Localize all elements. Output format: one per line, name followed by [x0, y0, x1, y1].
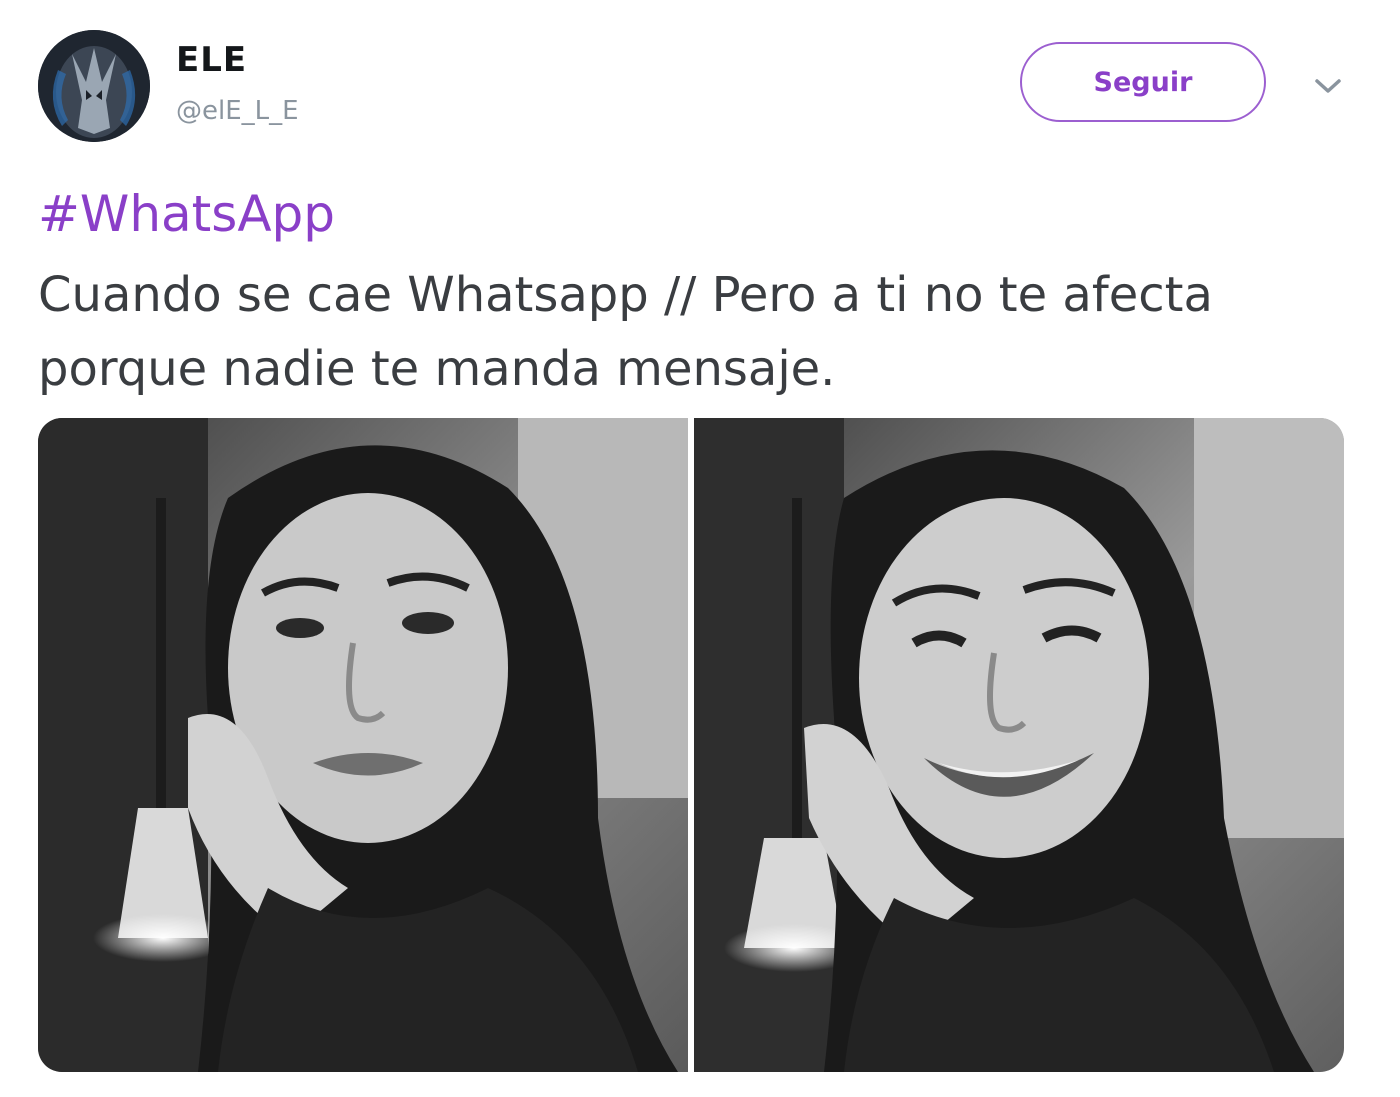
author-display-name[interactable]: ELE: [176, 40, 247, 80]
author-avatar[interactable]: [38, 30, 150, 142]
tweet-text: Cuando se cae Whatsapp // Pero a ti no t…: [38, 267, 1213, 397]
photo-smiling-expression[interactable]: [694, 418, 1344, 1072]
hashtag-link[interactable]: #WhatsApp: [38, 180, 335, 248]
tweet-media: [38, 418, 1344, 1072]
photo-image: [38, 418, 688, 1072]
masked-avatar-icon: [38, 30, 150, 142]
photo-image: [694, 418, 1344, 1072]
tweet-card: ELE @elE_L_E Seguir #WhatsApp Cuando se …: [0, 0, 1400, 1097]
follow-button[interactable]: Seguir: [1020, 42, 1266, 122]
chevron-down-icon: [1315, 79, 1341, 93]
photo-sad-expression[interactable]: [38, 418, 688, 1072]
author-handle[interactable]: @elE_L_E: [176, 96, 299, 126]
tweet-menu-button[interactable]: [1306, 64, 1350, 108]
